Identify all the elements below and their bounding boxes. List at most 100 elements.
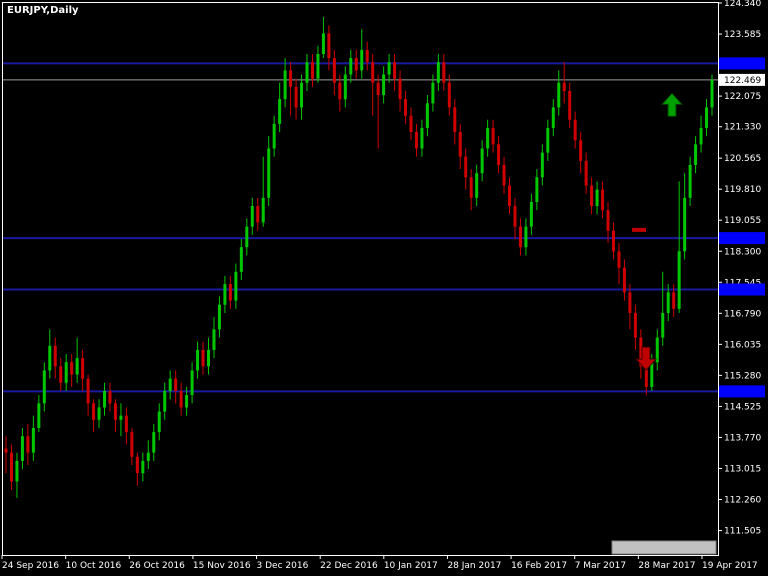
candle-body (201, 349, 205, 367)
candle-body (475, 173, 479, 198)
candle-body (508, 185, 512, 207)
level-price-tag-3 (719, 385, 765, 398)
candle-body (42, 370, 46, 404)
candle-body (365, 49, 369, 63)
candle-body (611, 230, 615, 252)
candle-body (26, 436, 30, 453)
candle-body (688, 164, 692, 198)
x-tick-label: 16 Feb 2017 (511, 561, 567, 571)
candle-body (535, 177, 539, 202)
candle-body (584, 160, 588, 186)
candle-body (141, 460, 145, 474)
x-tick-label: 10 Jan 2017 (384, 561, 438, 571)
candle-body (157, 411, 161, 433)
candle-body (699, 127, 703, 145)
chart-title: EURJPY,Daily (7, 5, 79, 16)
candle-body (568, 90, 572, 120)
y-tick-label: 121.330 (724, 123, 761, 133)
candle-body (250, 206, 254, 227)
candle-body (371, 62, 375, 83)
y-tick-label: 119.055 (724, 216, 761, 226)
candle-body (272, 123, 276, 149)
candle-body (694, 144, 698, 165)
candle-body (486, 127, 490, 149)
candle-body (518, 226, 522, 248)
candle-body (234, 271, 238, 301)
candle-body (425, 103, 429, 128)
zoom-control[interactable] (611, 540, 717, 555)
price-chart: 124.340123.585122.830122.075121.330120.5… (0, 0, 768, 576)
candle-body (655, 337, 659, 363)
candle-body (666, 292, 670, 313)
x-tick-label: 28 Jan 2017 (447, 561, 501, 571)
candle-body (48, 345, 52, 371)
candle-body (431, 82, 435, 104)
level-price-tag-2 (719, 283, 765, 296)
y-tick-label: 114.525 (724, 402, 761, 412)
candle-body (185, 395, 189, 408)
candle-body (64, 362, 68, 383)
candle-body (622, 267, 626, 293)
y-tick-label: 122.075 (724, 92, 761, 102)
candle-body (4, 448, 8, 453)
candle-body (321, 33, 325, 54)
candle-body (108, 391, 112, 404)
candle-body (387, 62, 391, 75)
candle-body (595, 189, 599, 207)
candle-body (310, 62, 314, 79)
candle-body (119, 415, 123, 420)
candle-body (9, 452, 13, 482)
candle-body (168, 378, 172, 392)
y-tick-label: 116.790 (724, 309, 761, 319)
candle-body (398, 78, 402, 100)
zoom-control-frame[interactable] (611, 540, 717, 555)
candle-body (267, 148, 271, 198)
y-tick-label: 116.035 (724, 340, 761, 350)
candle-body (59, 366, 63, 383)
candle-body (261, 197, 265, 223)
candle-body (579, 140, 583, 161)
candle-body (163, 391, 167, 412)
candle-body (174, 378, 178, 392)
candle-body (316, 53, 320, 79)
candle-body (103, 391, 107, 408)
candle-body (86, 378, 90, 404)
x-tick-label: 19 Apr 2017 (702, 561, 758, 571)
candle-body (338, 82, 342, 100)
candle-body (480, 148, 484, 174)
y-tick-label: 118.300 (724, 247, 761, 257)
candle-body (37, 403, 41, 428)
candle-body (573, 119, 577, 141)
x-tick-label: 3 Dec 2016 (257, 561, 309, 571)
candle-body (113, 403, 117, 420)
candle-body (146, 452, 150, 461)
candle-body (453, 107, 457, 133)
candle-body (436, 62, 440, 83)
candle-body (228, 284, 232, 301)
candle-body (661, 312, 665, 338)
y-tick-label: 123.585 (724, 30, 761, 40)
candle-body (524, 226, 528, 248)
x-tick-label: 7 Mar 2017 (575, 561, 626, 571)
candle-body (53, 345, 57, 367)
candle-body (606, 210, 610, 231)
candle-body (672, 292, 676, 309)
candle-body (420, 127, 424, 149)
candle-body (135, 456, 139, 474)
y-tick-label: 113.015 (724, 464, 761, 474)
candle-body (31, 427, 35, 453)
candle-body (70, 362, 74, 375)
candle-body (332, 58, 336, 83)
x-tick-label: 28 Mar 2017 (638, 561, 695, 571)
level-price-tag-0 (719, 57, 765, 70)
candle-body (650, 362, 654, 387)
candle-body (212, 329, 216, 350)
candle-body (81, 358, 85, 379)
candle-body (124, 415, 128, 433)
x-tick-label: 10 Oct 2016 (66, 561, 122, 571)
candle-body (590, 185, 594, 207)
candle-body (289, 70, 293, 87)
candle-body (529, 201, 533, 227)
current-price-label: 122.469 (724, 76, 761, 86)
candle-body (705, 107, 709, 128)
